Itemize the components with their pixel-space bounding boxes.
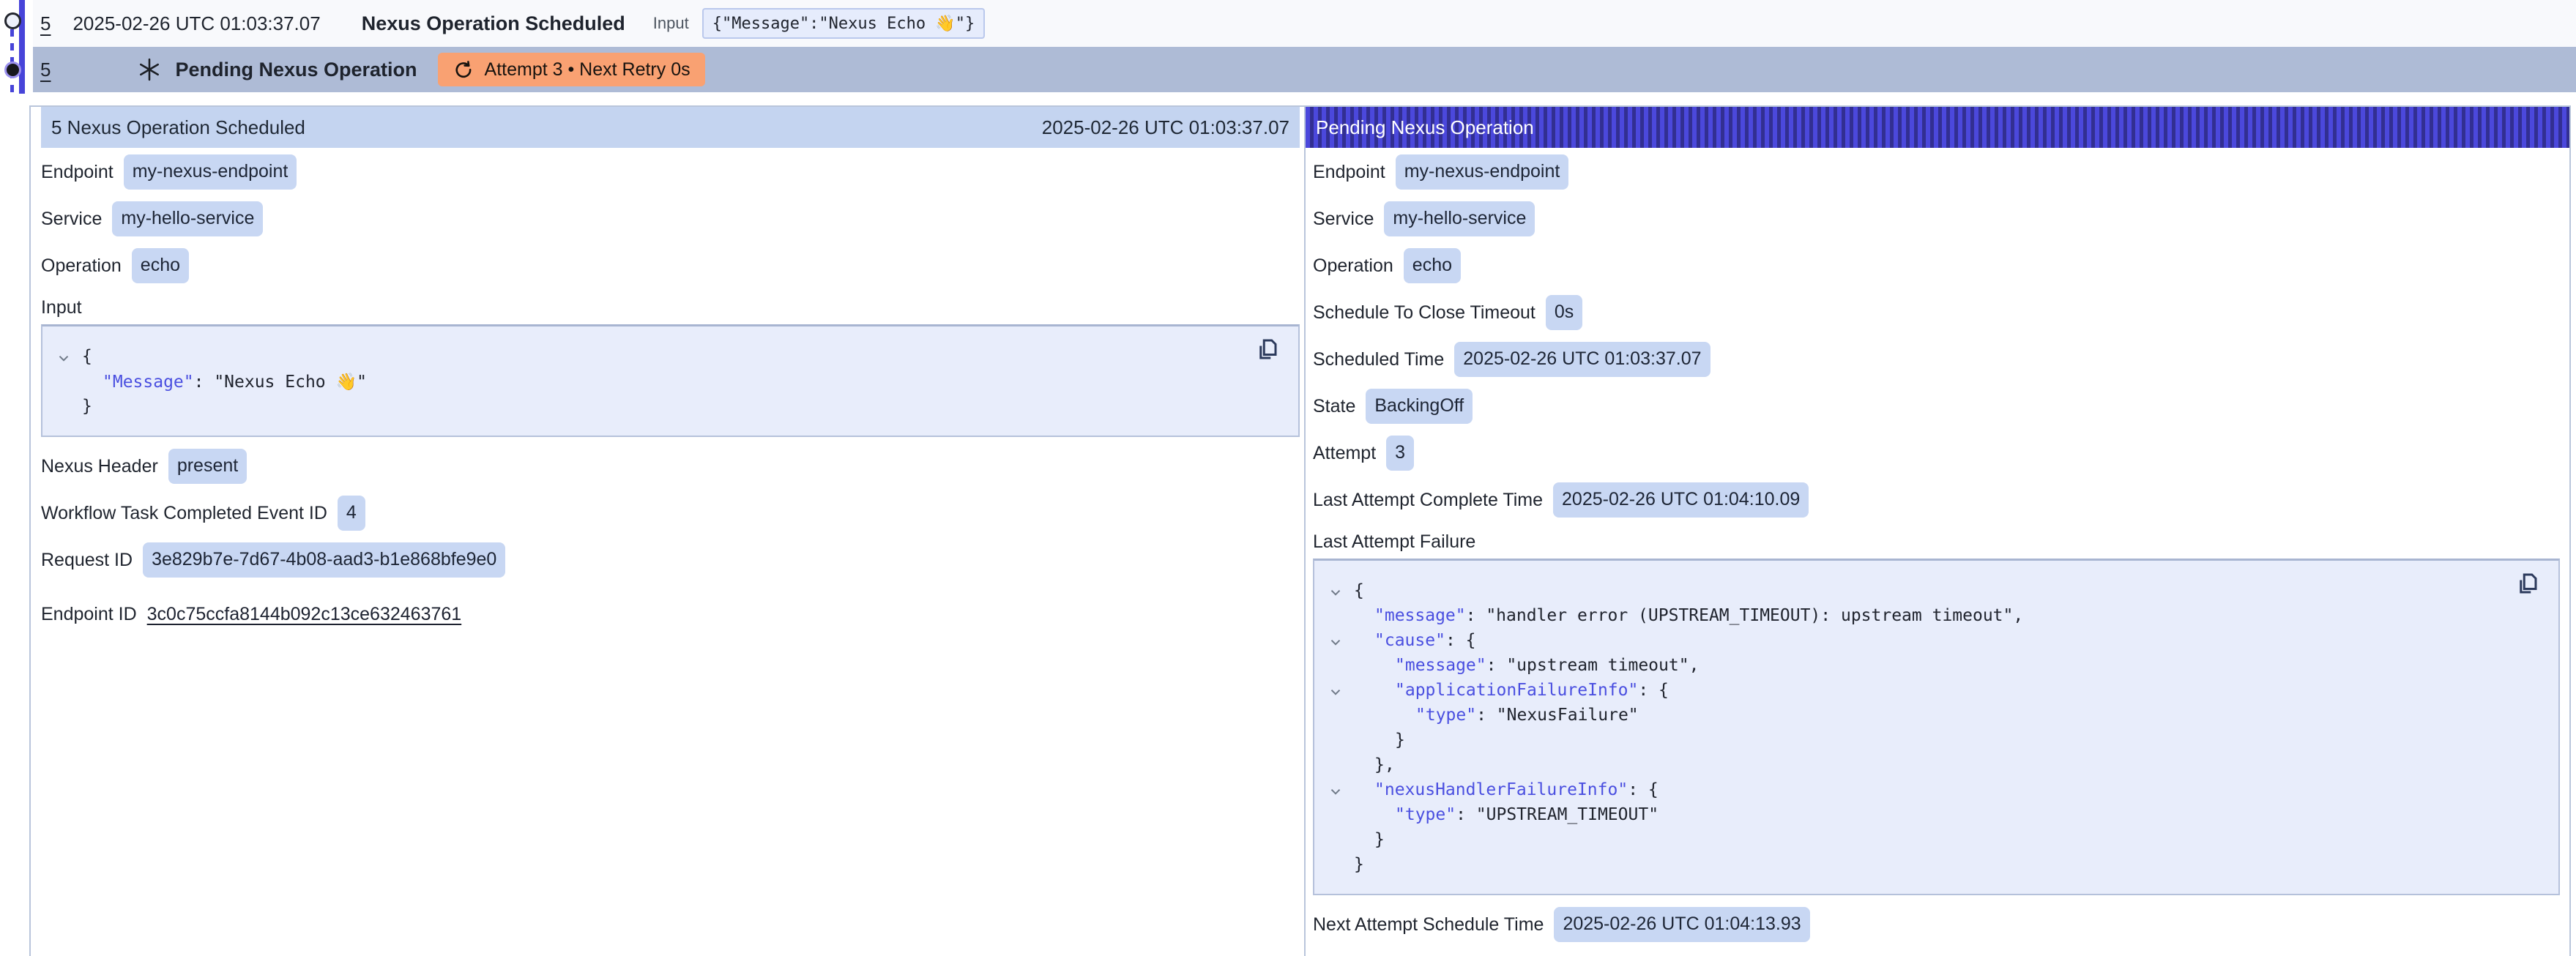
last-attempt-complete-time-badge: 2025-02-26 UTC 01:04:10.09 [1553, 482, 1809, 517]
copy-failure-button[interactable] [2513, 570, 2541, 599]
code-text: }, [1354, 755, 1395, 774]
code-line: "nexusHandlerFailureInfo": { [1328, 777, 2507, 802]
code-line: "message": "upstream timeout", [1328, 653, 2507, 678]
scheduled-time-badge: 2025-02-26 UTC 01:03:37.07 [1454, 342, 1710, 376]
collapse-chevron-icon[interactable] [1328, 632, 1354, 649]
pending-event-title: Pending Nexus Operation [175, 59, 417, 81]
state-badge: BackingOff [1366, 389, 1473, 423]
pending-asterisk-icon [137, 57, 162, 82]
service-badge: my-hello-service [112, 201, 263, 236]
code-line: "Message": "Nexus Echo 👋" [56, 369, 1247, 394]
code-line: } [1328, 852, 2507, 877]
code-line: "type": "NexusFailure" [1328, 703, 2507, 728]
field-request-id: Request ID 3e829b7e-7d67-4b08-aad3-b1e86… [41, 542, 1300, 578]
field-pending-service: Service my-hello-service [1313, 201, 2560, 236]
timeline-node-open-icon[interactable] [4, 12, 21, 29]
code-line: { [1328, 578, 2507, 603]
event-row-pending-nexus-operation[interactable]: 5 Pending Nexus Operation Attempt 3 • Ne… [33, 47, 2576, 92]
event-details-container: 5 Nexus Operation Scheduled 2025-02-26 U… [29, 105, 2571, 956]
field-schedule-to-close-timeout: Schedule To Close Timeout 0s [1313, 295, 2560, 330]
last-attempt-failure-json-viewer: { "message": "handler error (UPSTREAM_TIM… [1313, 559, 2560, 895]
left-panel-title: 5 Nexus Operation Scheduled [51, 116, 305, 139]
pending-operation-detail-panel: Pending Nexus Operation Endpoint my-nexu… [1306, 107, 2569, 956]
operation-badge: echo [132, 248, 189, 283]
wtc-event-id-badge: 4 [338, 496, 365, 530]
pending-endpoint-badge: my-nexus-endpoint [1396, 154, 1569, 189]
code-text: } [82, 397, 92, 416]
code-line: "type": "UPSTREAM_TIMEOUT" [1328, 802, 2507, 827]
code-line: "applicationFailureInfo": { [1328, 678, 2507, 703]
code-text: "message": "upstream timeout", [1354, 656, 1699, 675]
endpoint-id-link[interactable]: 3c0c75ccfa8144b092c13ce632463761 [147, 604, 462, 625]
last-attempt-failure-label: Last Attempt Failure [1313, 529, 2569, 554]
field-attempt: Attempt 3 [1313, 436, 2560, 471]
input-json-viewer: { "Message": "Nexus Echo 👋"} [41, 324, 1300, 437]
copy-input-button[interactable] [1253, 335, 1281, 365]
code-line: } [1328, 728, 2507, 753]
code-line: } [1328, 827, 2507, 852]
field-state: State BackingOff [1313, 389, 2560, 424]
workflow-event-history-view: 5 2025-02-26 UTC 01:03:37.07 Nexus Opera… [0, 0, 2576, 956]
collapse-chevron-icon[interactable] [1328, 583, 1354, 599]
code-text: { [1354, 581, 1364, 600]
collapse-chevron-icon[interactable] [1328, 782, 1354, 798]
code-line: "message": "handler error (UPSTREAM_TIME… [1328, 603, 2507, 628]
nexus-header-badge: present [168, 449, 247, 483]
code-line: }, [1328, 753, 2507, 777]
pending-operation-badge: echo [1404, 248, 1461, 283]
left-panel-timestamp: 2025-02-26 UTC 01:03:37.07 [1042, 116, 1289, 139]
scheduled-event-detail-panel: 5 Nexus Operation Scheduled 2025-02-26 U… [31, 107, 1306, 956]
code-text: } [1354, 855, 1364, 874]
pending-event-id-link[interactable]: 5 [40, 59, 51, 81]
event-id-link[interactable]: 5 [40, 12, 51, 35]
schedule-to-close-timeout-badge: 0s [1546, 295, 1582, 329]
collapse-chevron-icon[interactable] [56, 348, 82, 365]
code-text: { [82, 347, 92, 366]
field-workflow-task-completed-event-id: Workflow Task Completed Event ID 4 [41, 496, 1300, 531]
code-text: } [1354, 731, 1405, 750]
code-line: "cause": { [1328, 628, 2507, 653]
timeline-node-selected-icon[interactable] [4, 61, 21, 78]
field-last-attempt-complete-time: Last Attempt Complete Time 2025-02-26 UT… [1313, 482, 2560, 518]
next-attempt-schedule-time-badge: 2025-02-26 UTC 01:04:13.93 [1554, 907, 1809, 941]
event-input-chip[interactable]: {"Message":"Nexus Echo 👋"} [702, 8, 986, 39]
field-nexus-header: Nexus Header present [41, 449, 1300, 484]
code-text: "applicationFailureInfo": { [1354, 681, 1669, 700]
event-row-nexus-operation-scheduled[interactable]: 5 2025-02-26 UTC 01:03:37.07 Nexus Opera… [33, 0, 2576, 47]
code-text: } [1354, 830, 1385, 849]
field-next-attempt-schedule-time: Next Attempt Schedule Time 2025-02-26 UT… [1313, 907, 2560, 942]
endpoint-badge: my-nexus-endpoint [124, 154, 297, 189]
code-line: { [56, 344, 1247, 369]
field-operation: Operation echo [41, 248, 1300, 283]
event-timestamp: 2025-02-26 UTC 01:03:37.07 [72, 12, 320, 35]
code-text: "type": "NexusFailure" [1354, 706, 1639, 725]
attempt-count-badge: 3 [1386, 436, 1414, 470]
code-text: "type": "UPSTREAM_TIMEOUT" [1354, 805, 1659, 824]
left-panel-header: 5 Nexus Operation Scheduled 2025-02-26 U… [41, 107, 1300, 148]
collapse-chevron-icon[interactable] [1328, 682, 1354, 698]
code-text: "nexusHandlerFailureInfo": { [1354, 780, 1659, 799]
field-pending-endpoint: Endpoint my-nexus-endpoint [1313, 154, 2560, 190]
event-title: Nexus Operation Scheduled [362, 12, 625, 35]
retry-icon [453, 59, 474, 81]
request-id-badge: 3e829b7e-7d67-4b08-aad3-b1e868bfe9e0 [143, 542, 505, 577]
timeline-active-bar [19, 0, 25, 94]
field-endpoint-id: Endpoint ID 3c0c75ccfa8144b092c13ce63246… [41, 597, 1300, 632]
attempt-retry-badge: Attempt 3 • Next Retry 0s [438, 53, 705, 86]
pending-service-badge: my-hello-service [1384, 201, 1535, 236]
field-endpoint: Endpoint my-nexus-endpoint [41, 154, 1300, 190]
code-line: } [56, 394, 1247, 419]
attempt-retry-label: Attempt 3 • Next Retry 0s [485, 59, 690, 81]
field-service: Service my-hello-service [41, 201, 1300, 236]
pending-panel-title: Pending Nexus Operation [1316, 116, 1534, 139]
code-text: "message": "handler error (UPSTREAM_TIME… [1354, 606, 2023, 625]
pending-panel-header: Pending Nexus Operation [1306, 107, 2569, 148]
field-scheduled-time: Scheduled Time 2025-02-26 UTC 01:03:37.0… [1313, 342, 2560, 377]
code-text: "Message": "Nexus Echo 👋" [82, 372, 367, 392]
code-text: "cause": { [1354, 631, 1475, 650]
event-input-label: Input [653, 14, 689, 33]
input-section-label: Input [41, 295, 1304, 320]
field-pending-operation: Operation echo [1313, 248, 2560, 283]
